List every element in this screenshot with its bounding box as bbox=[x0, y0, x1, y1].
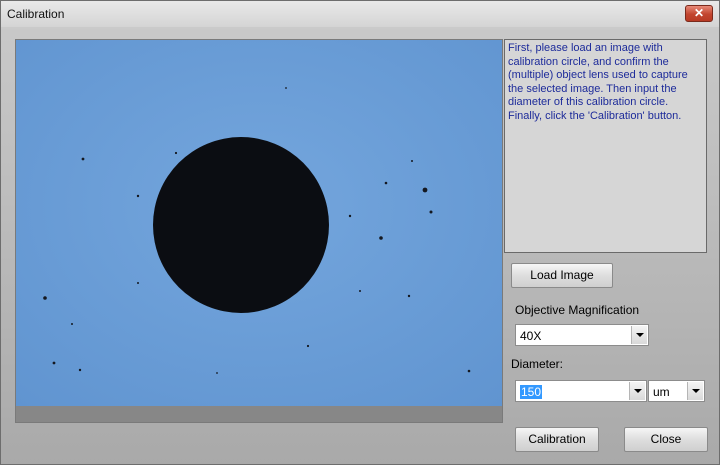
chevron-down-icon[interactable] bbox=[631, 326, 647, 344]
close-window-button[interactable]: ✕ bbox=[685, 5, 713, 22]
diameter-label: Diameter: bbox=[511, 357, 564, 371]
calibration-circle bbox=[153, 137, 329, 313]
close-icon: ✕ bbox=[693, 6, 705, 20]
title-bar: Calibration ✕ bbox=[1, 1, 719, 27]
load-image-button[interactable]: Load Image bbox=[511, 263, 613, 288]
image-frame bbox=[15, 39, 503, 423]
calibration-window: Calibration ✕ First, please load an imag… bbox=[0, 0, 720, 465]
unit-value: um bbox=[653, 385, 670, 399]
close-button[interactable]: Close bbox=[624, 427, 708, 452]
unit-select[interactable]: um bbox=[648, 380, 705, 402]
calibration-image bbox=[16, 40, 502, 406]
objective-magnification-label: Objective Magnification bbox=[515, 303, 640, 317]
window-title: Calibration bbox=[7, 7, 65, 21]
objective-magnification-select[interactable]: 40X bbox=[515, 324, 649, 346]
chevron-down-icon[interactable] bbox=[629, 382, 645, 400]
diameter-value: 150 bbox=[520, 385, 543, 399]
calibration-button[interactable]: Calibration bbox=[515, 427, 599, 452]
objective-magnification-value: 40X bbox=[520, 329, 542, 343]
instructions-text: First, please load an image with calibra… bbox=[504, 39, 707, 253]
diameter-input[interactable]: 150 bbox=[515, 380, 647, 402]
chevron-down-icon[interactable] bbox=[687, 382, 703, 400]
